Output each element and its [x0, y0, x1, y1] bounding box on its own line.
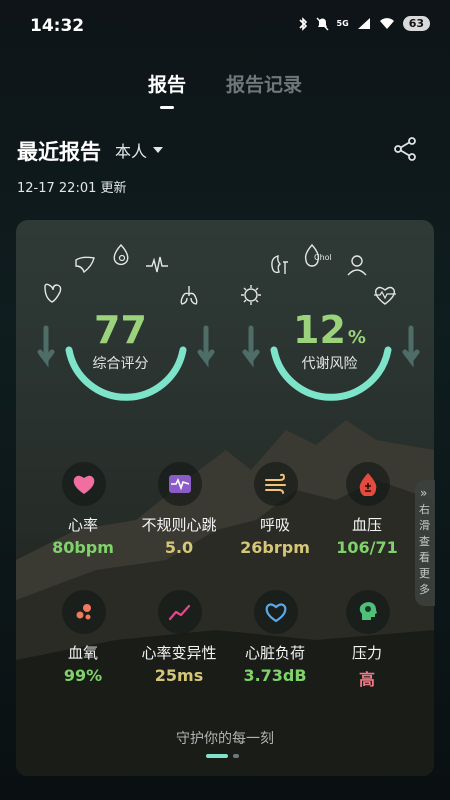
lungs-icon: [180, 286, 198, 305]
stress-head-icon: [359, 602, 377, 620]
share-icon[interactable]: [392, 136, 418, 162]
cholesterol-icon: Chol: [302, 242, 336, 268]
person-selector[interactable]: 本人: [115, 138, 164, 162]
metric-icon-circle: [346, 590, 390, 634]
network-type: 5G: [336, 19, 349, 28]
metric-label: 不规则心跳: [141, 516, 217, 534]
wifi-icon: [379, 18, 394, 29]
risk-unit: %: [347, 327, 366, 348]
metric-label: 血氧: [67, 644, 98, 662]
status-bar: 14:32 5G 63: [0, 0, 450, 52]
page-dot-active: [206, 754, 228, 758]
cholesterol-text: Chol: [314, 253, 332, 262]
stomach-icon: [44, 283, 62, 303]
metric-value: 3.73dB: [243, 666, 307, 685]
metric-label: 心脏负荷: [244, 644, 305, 662]
metric-value: 25ms: [154, 666, 204, 685]
ecg-wave-icon: [146, 256, 168, 273]
update-timestamp: 12-17 22:01 更新: [17, 181, 127, 196]
metric-value: 高: [358, 670, 375, 689]
metric-value: 99%: [63, 666, 103, 685]
metric-respiration[interactable]: 呼吸 26brpm: [223, 462, 327, 572]
metric-icon-circle: [254, 590, 298, 634]
metric-blood-oxygen[interactable]: 血氧 99%: [31, 590, 135, 700]
signal-icon: [357, 18, 370, 29]
liver-icon: [75, 256, 95, 274]
metric-label: 呼吸: [259, 516, 290, 534]
risk-label: 代谢风险: [301, 356, 358, 372]
metric-stress[interactable]: 压力 高: [315, 590, 419, 700]
heart-icon: [73, 475, 95, 494]
metric-value: 26brpm: [240, 538, 310, 557]
caret-down-icon: [153, 147, 164, 153]
status-icons: 5G 63: [298, 16, 430, 31]
kidney-icon: [271, 255, 288, 274]
swipe-more-handle[interactable]: » 右滑查看更多: [415, 480, 435, 606]
page-indicator: [206, 754, 239, 758]
metric-label: 心率: [67, 516, 98, 534]
metric-hrv[interactable]: 心率变异性 25ms: [127, 590, 231, 700]
metric-icon-circle: [62, 590, 106, 634]
report-tabs: 报告 报告记录: [0, 66, 450, 116]
swipe-more-text: 右滑查看更多: [419, 503, 430, 596]
status-time: 14:32: [30, 16, 85, 36]
blood-drop-icon: [113, 243, 129, 266]
person-selector-label: 本人: [115, 142, 148, 161]
section-title: 最近报告: [17, 140, 101, 164]
metric-icon-circle: [158, 462, 202, 506]
wind-icon: [265, 473, 286, 494]
heart-outline-icon: [265, 603, 287, 623]
person-icon: [347, 255, 367, 276]
metric-heart-rate[interactable]: 心率 80bpm: [31, 462, 135, 572]
mute-bell-icon: [316, 17, 329, 30]
metric-value: 5.0: [164, 538, 194, 557]
double-chevron-icon: »: [420, 486, 428, 500]
risk-value: 12%: [225, 308, 434, 352]
metric-value: 80bpm: [52, 538, 114, 557]
risk-number: 12: [293, 308, 346, 352]
tab-report[interactable]: 报告: [148, 70, 186, 97]
blood-pressure-drop-icon: [359, 473, 377, 496]
metric-label: 压力: [351, 644, 382, 662]
metric-icon-circle: [62, 462, 106, 506]
bluetooth-icon: [298, 16, 307, 31]
heart-pulse-icon: [374, 286, 396, 305]
irregular-heartbeat-icon: [169, 475, 191, 493]
tab-indicator: [160, 106, 174, 109]
metric-icon-circle: [254, 462, 298, 506]
oxygen-bubbles-icon: [76, 604, 91, 620]
tab-report-history[interactable]: 报告记录: [226, 70, 302, 97]
metric-blood-pressure[interactable]: 血压 106/71: [315, 462, 419, 572]
metric-icon-circle: [158, 590, 202, 634]
metric-irregular-heartbeat[interactable]: 不规则心跳 5.0: [127, 462, 231, 572]
trend-line-icon: [168, 604, 191, 621]
metric-value: 106/71: [336, 538, 398, 557]
metric-label: 心率变异性: [141, 644, 217, 662]
score-label: 综合评分: [92, 356, 149, 372]
battery-indicator: 63: [402, 16, 430, 31]
metric-heart-load[interactable]: 心脏负荷 3.73dB: [223, 590, 327, 700]
report-card[interactable]: 77 综合评分 12% 代谢风险 Chol 心率 80bpm 不规则心跳 5.0…: [16, 220, 434, 776]
page-dot: [233, 754, 239, 758]
slogan: 守护你的每一刻: [176, 731, 274, 747]
virus-icon: [241, 285, 261, 305]
metric-label: 血压: [351, 516, 382, 534]
metric-icon-circle: [346, 462, 390, 506]
score-value: 77: [94, 308, 147, 352]
